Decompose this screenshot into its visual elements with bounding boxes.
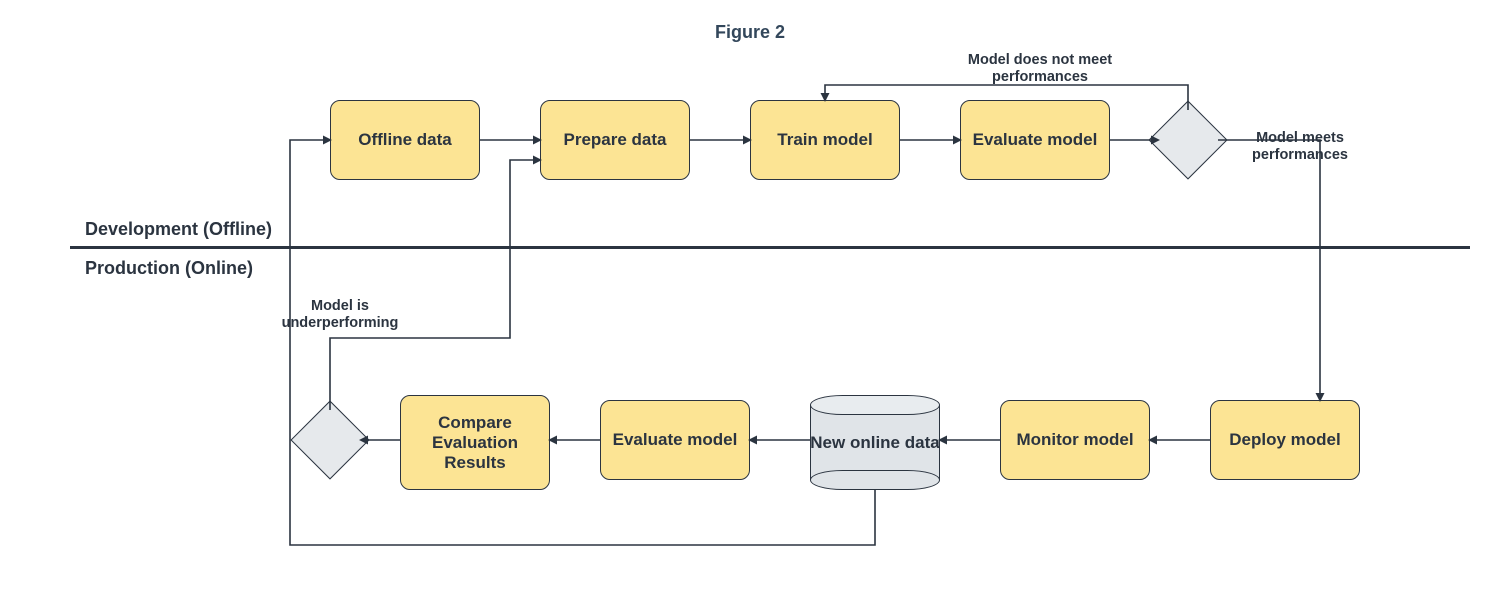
ml-lifecycle-diagram: Figure 2 Development (Offline) Productio… (0, 0, 1500, 600)
node-compare-results: Compare Evaluation Results (400, 395, 550, 490)
node-evaluate-model-prod: Evaluate model (600, 400, 750, 480)
decision-dev (1148, 100, 1227, 179)
node-new-online-data-label: New online data (810, 433, 939, 453)
arrow-layer (0, 0, 1500, 600)
node-monitor-model: Monitor model (1000, 400, 1150, 480)
edge-label-meets: Model meets performances (1235, 130, 1365, 163)
arrow-newdata-to-offline (290, 140, 875, 545)
arrow-meets-to-deploy (1218, 140, 1320, 400)
node-offline-data: Offline data (330, 100, 480, 180)
arrow-underperforming-to-prepare (330, 160, 540, 410)
decision-prod (290, 400, 369, 479)
edge-label-underperforming: Model is underperforming (270, 298, 410, 331)
section-label-prod: Production (Online) (85, 258, 253, 279)
node-new-online-data: New online data (810, 395, 940, 490)
edge-label-not-meet: Model does not meet performances (930, 52, 1150, 85)
node-deploy-model: Deploy model (1210, 400, 1360, 480)
figure-title: Figure 2 (0, 22, 1500, 43)
node-prepare-data: Prepare data (540, 100, 690, 180)
section-divider (70, 246, 1470, 249)
section-label-dev: Development (Offline) (85, 219, 272, 240)
node-evaluate-model-dev: Evaluate model (960, 100, 1110, 180)
node-train-model: Train model (750, 100, 900, 180)
